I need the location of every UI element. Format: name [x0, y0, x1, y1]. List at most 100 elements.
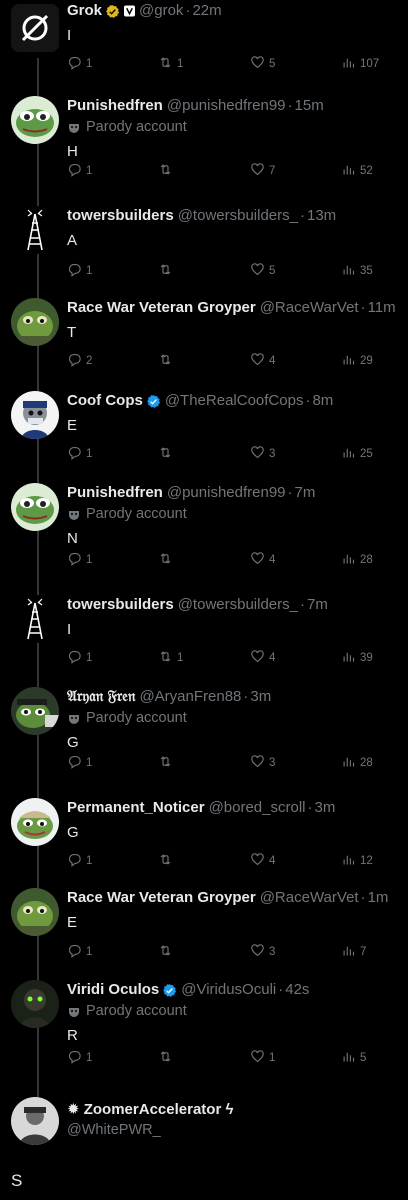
avatar[interactable]	[11, 4, 59, 52]
avatar[interactable]	[11, 96, 59, 144]
author-name[interactable]: 𝔄𝔯𝔶𝔞𝔫 𝔉𝔯𝔢𝔫	[67, 686, 135, 708]
tweet-actions: 1 4 12	[67, 852, 377, 870]
timestamp[interactable]: 8m	[312, 390, 333, 412]
repost-button[interactable]	[158, 352, 250, 370]
separator-dot: ·	[287, 484, 293, 501]
repost-button[interactable]: 1	[158, 55, 250, 73]
reply-button[interactable]: 1	[67, 1049, 158, 1067]
views-button[interactable]: 28	[341, 754, 377, 772]
author-handle[interactable]: @ViridusOculi	[181, 979, 276, 1001]
reply-icon	[67, 852, 86, 870]
views-icon	[341, 352, 360, 370]
like-button[interactable]: 7	[250, 162, 341, 180]
views-button[interactable]: 35	[341, 262, 377, 280]
author-name[interactable]: ✹ ZoomerAccelerator ϟ	[67, 1099, 233, 1121]
author-name[interactable]: Race War Veteran Groyper	[67, 887, 256, 909]
avatar[interactable]	[11, 1097, 59, 1145]
like-button[interactable]: 4	[250, 649, 341, 667]
like-button[interactable]: 1	[250, 1049, 341, 1067]
reply-button[interactable]: 1	[67, 943, 158, 961]
affiliate-badge-icon[interactable]	[124, 5, 136, 17]
author-name[interactable]: Coof Cops	[67, 390, 143, 412]
author-handle[interactable]: @RaceWarVet	[260, 297, 359, 319]
author-name[interactable]: Viridi Oculos	[67, 979, 159, 1001]
author-name[interactable]: Punishedfren	[67, 95, 163, 117]
author-name[interactable]: Grok	[67, 0, 102, 22]
author-handle[interactable]: @RaceWarVet	[260, 887, 359, 909]
like-button[interactable]: 5	[250, 262, 341, 280]
author-name[interactable]: Race War Veteran Groyper	[67, 297, 256, 319]
timestamp[interactable]: 15m	[295, 95, 324, 117]
repost-button[interactable]: 1	[158, 649, 250, 667]
avatar[interactable]	[11, 980, 59, 1028]
timestamp[interactable]: 42s	[285, 979, 309, 1001]
avatar[interactable]	[11, 206, 59, 254]
author-handle[interactable]: @punishedfren99	[167, 482, 286, 504]
like-button[interactable]: 3	[250, 754, 341, 772]
author-handle[interactable]: @towersbuilders_	[178, 205, 298, 227]
views-button[interactable]: 52	[341, 162, 377, 180]
like-button[interactable]: 5	[250, 55, 341, 73]
reply-button[interactable]: 2	[67, 352, 158, 370]
avatar[interactable]	[11, 391, 59, 439]
views-button[interactable]: 29	[341, 352, 377, 370]
timestamp[interactable]: 3m	[315, 797, 336, 819]
reply-button[interactable]: 1	[67, 55, 158, 73]
views-button[interactable]: 5	[341, 1049, 377, 1067]
reply-button[interactable]: 1	[67, 262, 158, 280]
avatar[interactable]	[11, 483, 59, 531]
views-button[interactable]: 28	[341, 551, 377, 569]
timestamp[interactable]: 22m	[192, 0, 221, 22]
repost-button[interactable]	[158, 852, 250, 870]
reply-button[interactable]: 1	[67, 551, 158, 569]
reply-button[interactable]: 1	[67, 445, 158, 463]
like-button[interactable]: 4	[250, 852, 341, 870]
views-button[interactable]: 12	[341, 852, 377, 870]
author-name[interactable]: Punishedfren	[67, 482, 163, 504]
reply-button[interactable]: 1	[67, 754, 158, 772]
like-button[interactable]: 4	[250, 352, 341, 370]
avatar[interactable]	[11, 298, 59, 346]
views-button[interactable]: 7	[341, 943, 377, 961]
reply-button[interactable]: 1	[67, 649, 158, 667]
like-button[interactable]: 3	[250, 943, 341, 961]
timestamp[interactable]: 13m	[307, 205, 336, 227]
avatar[interactable]	[11, 595, 59, 643]
timestamp[interactable]: 11m	[368, 297, 396, 319]
repost-button[interactable]	[158, 943, 250, 961]
views-button[interactable]: 25	[341, 445, 377, 463]
repost-button[interactable]	[158, 162, 250, 180]
repost-button[interactable]	[158, 754, 250, 772]
author-handle[interactable]: @towersbuilders_	[178, 594, 298, 616]
reply-button[interactable]: 1	[67, 852, 158, 870]
avatar[interactable]	[11, 687, 59, 735]
views-button[interactable]: 39	[341, 649, 377, 667]
repost-button[interactable]	[158, 445, 250, 463]
author-handle[interactable]: @AryanFren88	[139, 686, 241, 708]
timestamp[interactable]: 7m	[307, 594, 328, 616]
views-button[interactable]: 107	[341, 55, 379, 73]
like-count: 4	[269, 554, 276, 566]
author-name[interactable]: towersbuilders	[67, 205, 174, 227]
author-name[interactable]: Permanent_Noticer	[67, 797, 205, 819]
like-button[interactable]: 4	[250, 551, 341, 569]
author-handle[interactable]: @TheRealCoofCops	[165, 390, 304, 412]
timestamp[interactable]: 1m	[368, 887, 389, 909]
author-handle[interactable]: @WhitePWR_	[67, 1122, 161, 1138]
repost-icon	[158, 352, 177, 370]
timestamp[interactable]: 7m	[295, 482, 316, 504]
repost-button[interactable]	[158, 262, 250, 280]
parody-mask-icon	[69, 510, 79, 520]
author-name[interactable]: towersbuilders	[67, 594, 174, 616]
author-handle[interactable]: @bored_scroll	[209, 797, 306, 819]
avatar[interactable]	[11, 888, 59, 936]
timestamp[interactable]: 3m	[250, 686, 271, 708]
avatar[interactable]	[11, 798, 59, 846]
like-button[interactable]: 3	[250, 445, 341, 463]
repost-button[interactable]	[158, 551, 250, 569]
author-handle[interactable]: @punishedfren99	[167, 95, 286, 117]
reply-button[interactable]: 1	[67, 162, 158, 180]
author-handle[interactable]: @grok	[139, 0, 183, 22]
repost-button[interactable]	[158, 1049, 250, 1067]
reply-count: 1	[86, 855, 93, 867]
